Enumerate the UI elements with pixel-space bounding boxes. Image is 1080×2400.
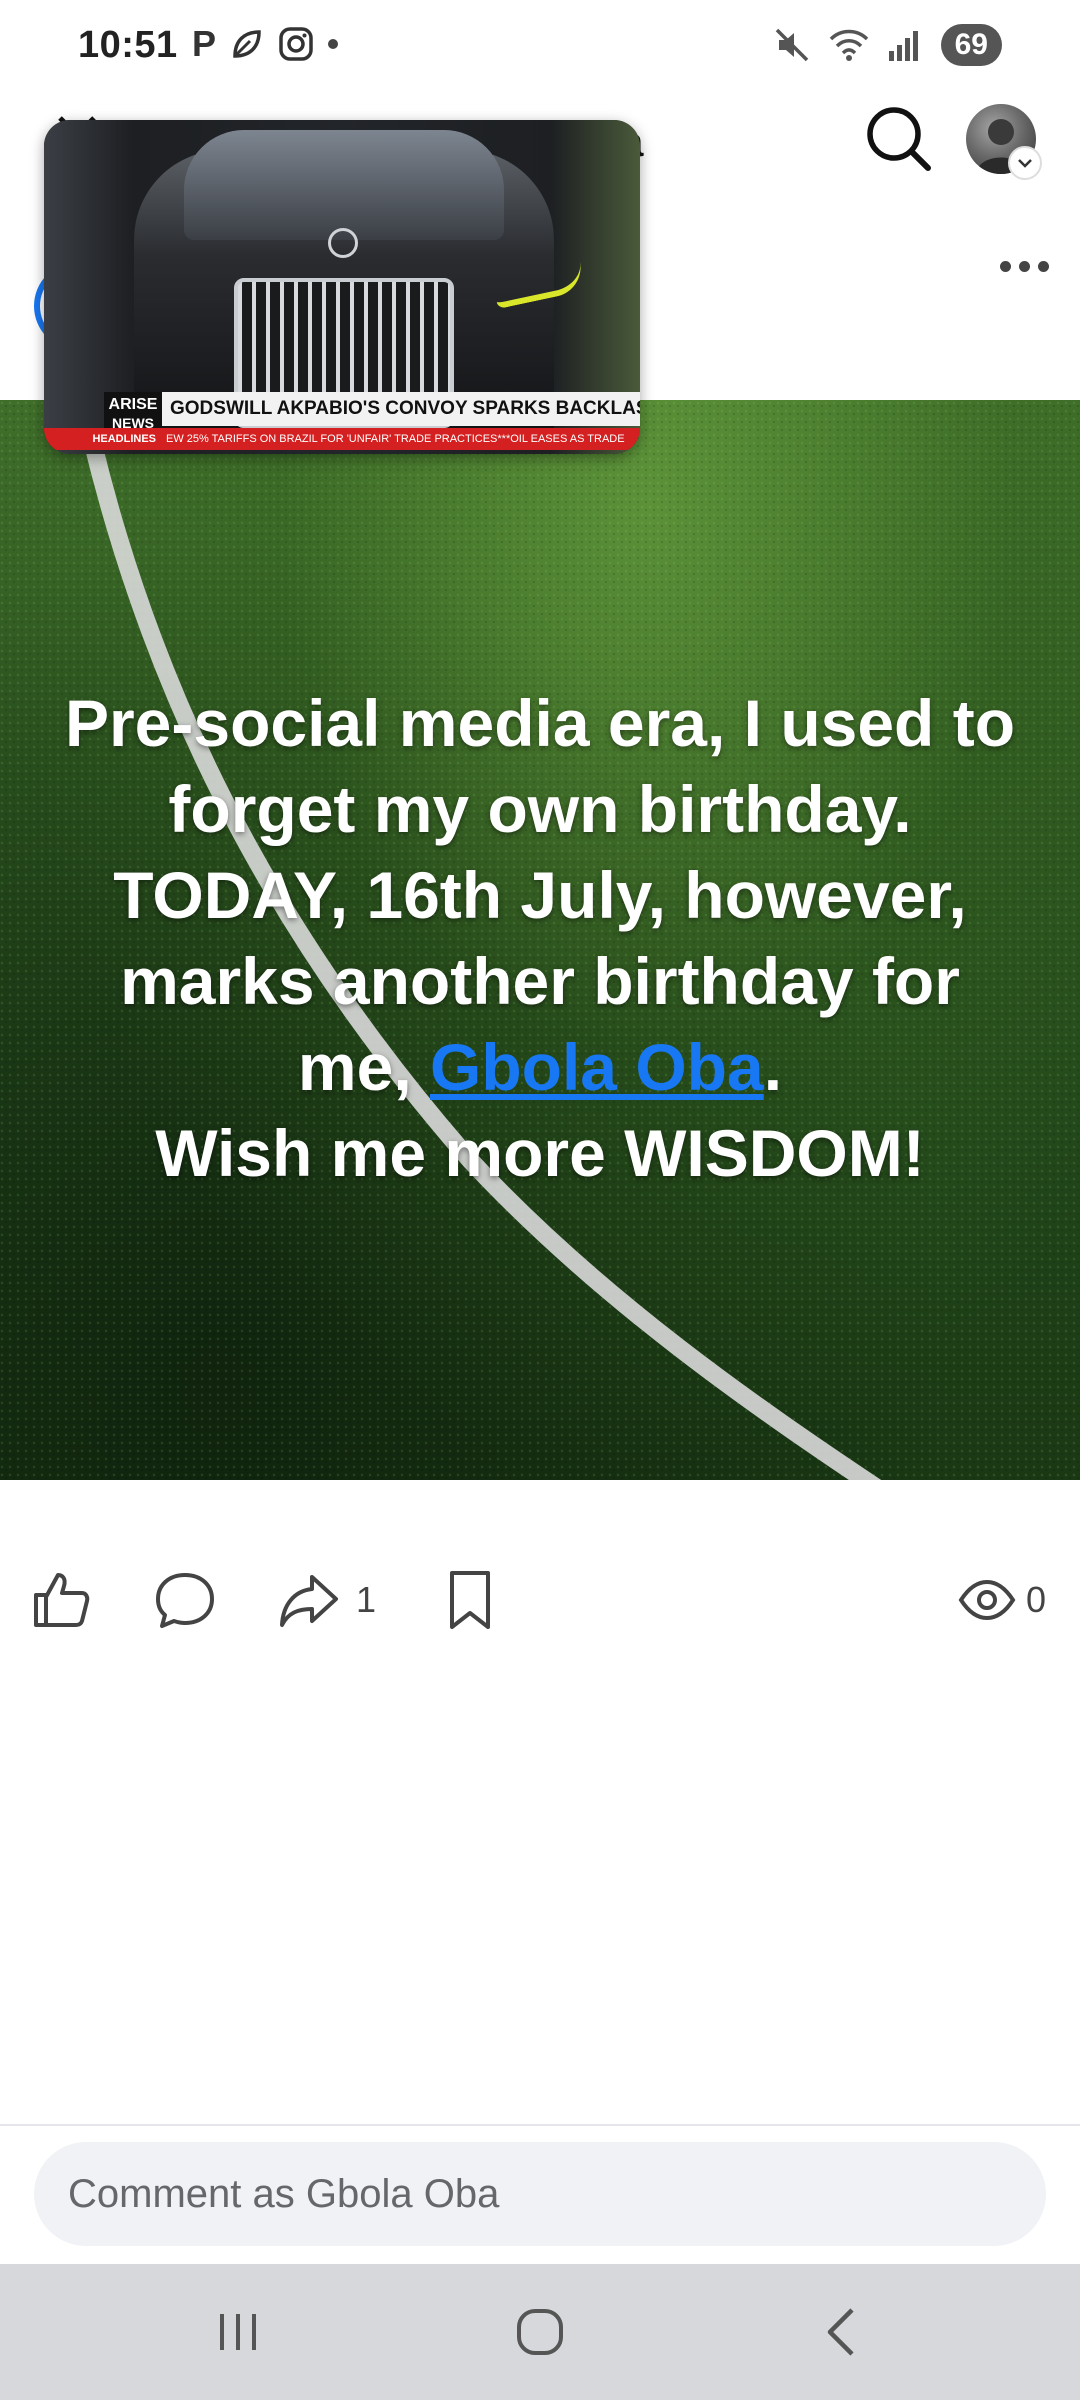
status-right-icons: 69: [773, 24, 1002, 66]
like-icon: [34, 1573, 90, 1627]
home-button[interactable]: [480, 2264, 600, 2400]
notification-dot-icon: [328, 39, 339, 49]
back-button[interactable]: [782, 2264, 902, 2400]
composer-divider: [0, 2124, 1080, 2126]
battery-indicator: 69: [940, 24, 1002, 66]
news-ticker-label: HEADLINES: [44, 428, 162, 450]
system-nav-bar: [0, 2264, 1080, 2400]
views-icon: [958, 1580, 1016, 1620]
news-headline: GODSWILL AKPABIO'S CONVOY SPARKS BACKLAS…: [162, 392, 640, 426]
share-icon: [280, 1575, 338, 1627]
comment-input[interactable]: Comment as Gbola Oba: [34, 2142, 1046, 2246]
search-icon[interactable]: [862, 102, 934, 174]
bookmark-button[interactable]: [444, 1560, 496, 1640]
video-car-windshield: [184, 130, 504, 240]
instagram-icon: [279, 27, 313, 61]
share-button[interactable]: 1: [278, 1560, 376, 1640]
views-count: 0: [1026, 1579, 1047, 1620]
share-count: 1: [356, 1579, 377, 1620]
post-image[interactable]: Pre-social media era, I used to forget m…: [0, 400, 1080, 1480]
parking-icon: P: [192, 23, 217, 64]
post-text: Pre-social media era, I used to forget m…: [60, 680, 1020, 1196]
recent-apps-button[interactable]: [178, 2264, 298, 2400]
pip-video-player[interactable]: ARISE NEWS GODSWILL AKPABIO'S CONVOY SPA…: [44, 120, 640, 454]
views-indicator: 0: [958, 1560, 1046, 1640]
news-lower-third: ARISE NEWS GODSWILL AKPABIO'S CONVOY SPA…: [44, 388, 640, 454]
mention-link[interactable]: Gbola Oba: [430, 1030, 764, 1104]
wifi-icon: [829, 29, 868, 61]
comment-icon: [156, 1573, 214, 1628]
status-bar: 10:51 P 69: [0, 0, 1080, 95]
news-logo-line1: ARISE: [108, 396, 158, 413]
mute-icon: [775, 28, 808, 62]
signal-icon: [888, 31, 918, 61]
chevron-down-icon[interactable]: [1008, 146, 1042, 180]
leaf-icon: [233, 30, 261, 58]
like-button[interactable]: [30, 1560, 92, 1640]
more-icon[interactable]: [994, 254, 1054, 278]
home-icon: [517, 2309, 563, 2355]
status-left-icons: P: [192, 23, 339, 64]
recent-apps-icon: [220, 2314, 256, 2350]
back-icon: [827, 2308, 854, 2356]
status-time: 10:51: [78, 24, 178, 66]
news-ticker: EW 25% TARIFFS ON BRAZIL FOR 'UNFAIR' TR…: [162, 428, 640, 450]
post-text-last-line: Wish me more WISDOM!: [155, 1116, 925, 1190]
comment-button[interactable]: [154, 1560, 216, 1640]
bookmark-icon: [450, 1571, 490, 1629]
post-text-period: .: [763, 1030, 783, 1104]
post-action-row: 1 0: [0, 1560, 1080, 1640]
video-car-emblem: [328, 228, 358, 258]
comment-placeholder: Comment as Gbola Oba: [68, 2171, 500, 2216]
